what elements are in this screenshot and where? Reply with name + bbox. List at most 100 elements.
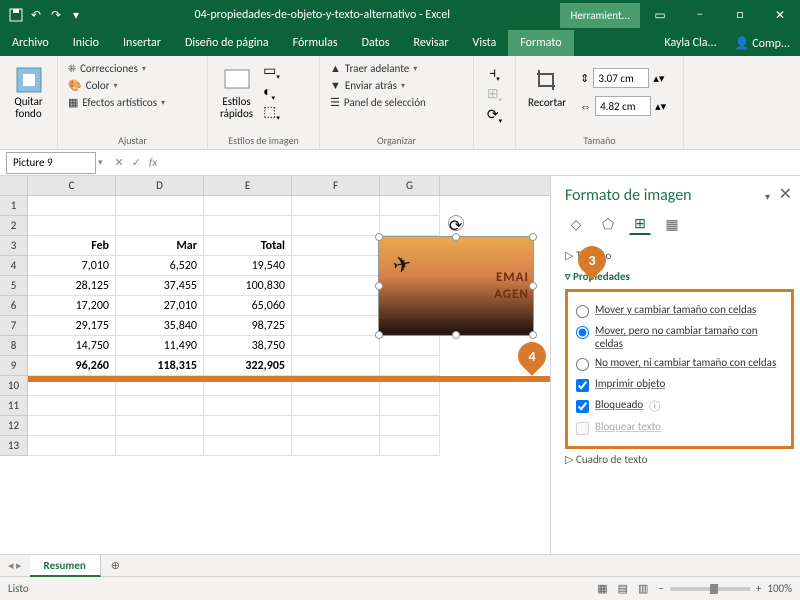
sheet-tab-resumen[interactable]: Resumen	[30, 555, 101, 577]
corrections-button[interactable]: ☀Correcciones▾	[64, 60, 201, 77]
resize-handle[interactable]	[375, 331, 383, 339]
row-header[interactable]: 3	[0, 236, 28, 256]
fill-line-icon[interactable]: ◇	[565, 213, 587, 235]
zoom-out-icon[interactable]: −	[658, 582, 663, 595]
group-icon[interactable]: ⊞▾	[487, 85, 502, 104]
resize-handle[interactable]	[529, 331, 537, 339]
color-button[interactable]: 🎨Color▾	[64, 77, 201, 94]
col-header[interactable]: F	[292, 176, 380, 195]
rotate-icon[interactable]: ⟳▾	[487, 106, 502, 125]
pane-dropdown-icon[interactable]: ▾	[765, 190, 770, 203]
styles-icon	[221, 64, 253, 96]
tab-archivo[interactable]: Archivo	[0, 30, 61, 56]
tab-formato[interactable]: Formato	[508, 30, 573, 56]
save-icon[interactable]	[8, 7, 24, 23]
tab-nav-icon[interactable]: ◂ ▸	[0, 559, 30, 572]
size-properties-icon[interactable]: ⊞	[629, 213, 651, 235]
tab-diseno[interactable]: Diseño de página	[173, 30, 281, 56]
resize-handle[interactable]	[529, 282, 537, 290]
tab-inicio[interactable]: Inicio	[61, 30, 111, 56]
tab-vista[interactable]: Vista	[461, 30, 509, 56]
col-header[interactable]: E	[204, 176, 292, 195]
tab-revisar[interactable]: Revisar	[402, 30, 461, 56]
row-header[interactable]: 1	[0, 196, 28, 216]
row-header[interactable]: 2	[0, 216, 28, 236]
view-break-icon[interactable]: ▥	[638, 582, 648, 595]
add-sheet-button[interactable]: ⊕	[101, 559, 130, 572]
align-icon[interactable]: ⫞▾	[489, 64, 500, 83]
row-header[interactable]: 8	[0, 336, 28, 356]
radio-move-resize[interactable]: Mover y cambiar tamaño con celdas	[576, 300, 783, 321]
quick-styles-button[interactable]: Estilos rápidos	[214, 60, 259, 124]
undo-icon[interactable]: ↶	[28, 7, 44, 23]
artistic-effects-button[interactable]: ▦Efectos artísticos▾	[64, 94, 201, 111]
view-normal-icon[interactable]: ▦	[597, 582, 607, 595]
tab-datos[interactable]: Datos	[350, 30, 402, 56]
accept-formula-icon[interactable]: ✓	[132, 156, 141, 169]
row-header[interactable]: 13	[0, 436, 28, 456]
check-locked[interactable]: Bloqueado ⓘ	[576, 395, 783, 417]
crop-button[interactable]: Recortar	[522, 60, 572, 118]
radio-no-move[interactable]: No mover, ni cambiar tamaño con celdas	[576, 353, 783, 374]
close-icon[interactable]: ✕	[760, 0, 800, 30]
name-box[interactable]: Picture 9	[6, 152, 96, 174]
check-print[interactable]: Imprimir objeto	[576, 374, 783, 395]
picture-effects-icon[interactable]: ◐▾	[263, 83, 280, 102]
bring-forward-button[interactable]: ▲Traer adelante▾	[326, 60, 467, 77]
zoom-slider[interactable]	[670, 587, 750, 591]
select-all-corner[interactable]	[0, 176, 28, 195]
width-input[interactable]: ⇔4.82 cm▴▾	[578, 94, 668, 118]
user-label[interactable]: Kayla Cla...	[656, 36, 724, 50]
col-header[interactable]: C	[28, 176, 116, 195]
view-page-icon[interactable]: ▤	[618, 582, 628, 595]
row-header[interactable]: 9	[0, 356, 28, 376]
row-header[interactable]: 6	[0, 296, 28, 316]
resize-handle[interactable]	[375, 282, 383, 290]
tab-insertar[interactable]: Insertar	[111, 30, 173, 56]
maximize-icon[interactable]: □	[720, 0, 760, 30]
effects-tab-icon[interactable]: ⬠	[597, 213, 619, 235]
section-cuadro[interactable]: ▷ Cuadro de texto	[565, 449, 794, 470]
formula-bar-row: Picture 9 ▾ ✕ ✓ fx	[0, 150, 800, 176]
worksheet[interactable]: C D E F G 1 2 3FebMarTotal 47,0106,52019…	[0, 176, 550, 554]
picture-border-icon[interactable]: ▭▾	[263, 62, 280, 81]
selected-image[interactable]: ✈ EMAIAGEN ⟳	[378, 236, 534, 336]
picture-tab-icon[interactable]: ▦	[661, 213, 683, 235]
selection-pane-button[interactable]: ☰Panel de selección	[326, 94, 467, 111]
zoom-level[interactable]: 100%	[767, 582, 792, 595]
minimize-icon[interactable]: −	[680, 0, 720, 30]
close-pane-icon[interactable]: ✕	[779, 184, 792, 204]
row-header[interactable]: 5	[0, 276, 28, 296]
resize-handle[interactable]	[529, 233, 537, 241]
qat-dropdown-icon[interactable]: ▾	[68, 7, 84, 23]
send-backward-button[interactable]: ▼Enviar atrás▾	[326, 77, 467, 94]
document-title: 04-propiedades-de-objeto-y-texto-alterna…	[84, 8, 560, 22]
cancel-formula-icon[interactable]: ✕	[115, 156, 124, 169]
tools-tab[interactable]: Herramient...	[560, 3, 640, 28]
row-header[interactable]: 7	[0, 316, 28, 336]
height-input[interactable]: ⇕3.07 cm▴▾	[578, 66, 668, 90]
rotate-handle[interactable]: ⟳	[448, 215, 464, 231]
row-header[interactable]: 10	[0, 376, 28, 396]
zoom-in-icon[interactable]: +	[756, 582, 761, 595]
resize-handle[interactable]	[452, 331, 460, 339]
menubar: Archivo Inicio Insertar Diseño de página…	[0, 30, 800, 56]
radio-move-no-resize[interactable]: Mover, pero no cambiar tamaño con celdas	[576, 321, 783, 353]
redo-icon[interactable]: ↷	[48, 7, 64, 23]
remove-background-button[interactable]: Quitar fondo	[6, 60, 51, 124]
tab-formulas[interactable]: Fórmulas	[281, 30, 350, 56]
titlebar: ↶ ↷ ▾ 04-propiedades-de-objeto-y-texto-a…	[0, 0, 800, 30]
picture-layout-icon[interactable]: ⬚▾	[263, 103, 280, 122]
info-icon[interactable]: ⓘ	[649, 398, 660, 414]
col-header[interactable]: D	[116, 176, 204, 195]
ribbon-options-icon[interactable]: ▭	[640, 0, 680, 30]
col-header[interactable]: G	[380, 176, 440, 195]
row-header[interactable]: 4	[0, 256, 28, 276]
share-button[interactable]: 👤 Comp...	[725, 36, 800, 51]
resize-handle[interactable]	[375, 233, 383, 241]
resize-handle[interactable]	[452, 233, 460, 241]
row-header[interactable]: 12	[0, 416, 28, 436]
row-header[interactable]: 11	[0, 396, 28, 416]
fx-icon[interactable]: fx	[149, 156, 157, 169]
check-lock-text: Bloquear texto	[576, 417, 783, 438]
